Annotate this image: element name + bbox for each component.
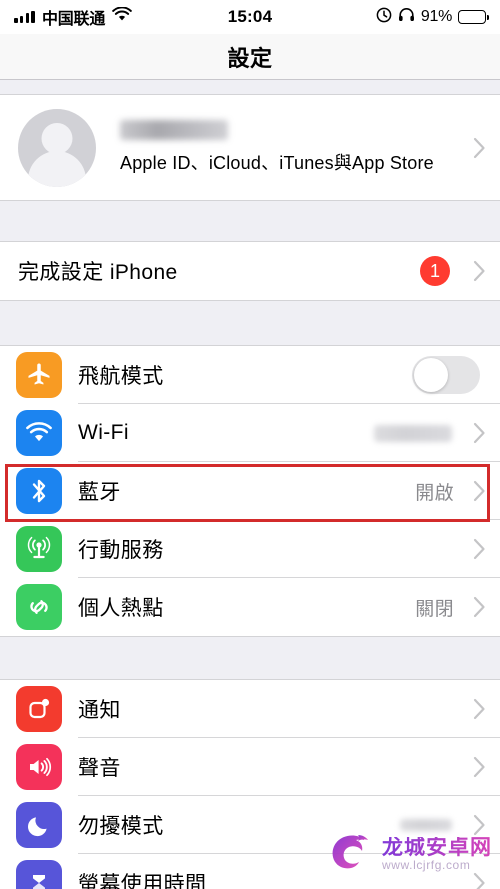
status-badge: 1 (420, 256, 450, 286)
connectivity-group: 飛航模式 Wi-Fi 藍牙 開啟 行動服務 個人熱點 關閉 (0, 345, 500, 637)
chevron-right-icon (464, 596, 486, 618)
do-not-disturb-moon-icon (16, 802, 62, 848)
row-label: 通知 (78, 699, 121, 722)
row-notifications[interactable]: 通知 (0, 680, 500, 738)
row-wifi[interactable]: Wi-Fi (0, 404, 500, 462)
iphone-settings-screen: 中国联通 15:04 91% 設定 Apple ID、iCloud、iTunes… (0, 0, 500, 889)
row-label: Wi-Fi (78, 421, 129, 444)
page-title: 設定 (227, 45, 273, 71)
row-sounds[interactable]: 聲音 (0, 738, 500, 796)
row-airplane-mode[interactable]: 飛航模式 (0, 346, 500, 404)
chevron-right-icon (464, 480, 486, 502)
wifi-icon (16, 410, 62, 456)
row-label: 完成設定 iPhone (18, 261, 178, 284)
section-gap (0, 201, 500, 241)
section-gap (0, 301, 500, 345)
row-cellular[interactable]: 行動服務 (0, 520, 500, 578)
navigation-bar: 設定 (0, 34, 500, 80)
alarm-icon (376, 7, 392, 28)
chevron-right-icon (464, 260, 486, 282)
row-bluetooth[interactable]: 藍牙 開啟 (0, 462, 500, 520)
bluetooth-status-value: 開啟 (415, 482, 454, 504)
bluetooth-icon (16, 468, 62, 514)
airplane-icon (16, 352, 62, 398)
battery-percent-label: 91% (420, 8, 452, 25)
apple-id-name-blurred (120, 120, 228, 140)
status-bar-right: 91% (376, 7, 490, 28)
row-finish-setup[interactable]: 完成設定 iPhone 1 (0, 242, 500, 300)
airplane-mode-toggle[interactable] (412, 356, 480, 394)
apple-id-group: Apple ID、iCloud、iTunes與App Store (0, 94, 500, 201)
screen-time-hourglass-icon (16, 860, 62, 889)
watermark: 龙城安卓网 www.lcjrfg.com (324, 829, 492, 879)
row-label: 聲音 (78, 757, 121, 780)
status-bar: 中国联通 15:04 91% (0, 0, 500, 34)
chevron-right-icon (464, 422, 486, 444)
apple-id-text: Apple ID、iCloud、iTunes與App Store (120, 120, 464, 175)
battery-charging-icon (458, 10, 490, 24)
apple-id-subtitle: Apple ID、iCloud、iTunes與App Store (120, 153, 434, 173)
row-personal-hotspot[interactable]: 個人熱點 關閉 (0, 578, 500, 636)
headphones-icon (398, 7, 415, 27)
row-label: 行動服務 (78, 539, 164, 562)
personal-hotspot-icon (16, 584, 62, 630)
section-gap (0, 80, 500, 94)
chevron-right-icon (464, 538, 486, 560)
wifi-network-value-blurred (374, 424, 452, 442)
watermark-title: 龙城安卓网 (382, 835, 492, 859)
dragon-logo-icon (332, 835, 368, 869)
section-gap (0, 637, 500, 679)
chevron-right-icon (464, 698, 486, 720)
sounds-speaker-icon (16, 744, 62, 790)
row-label: 個人熱點 (78, 597, 164, 620)
chevron-right-icon (464, 756, 486, 778)
avatar (18, 108, 96, 187)
finish-setup-group: 完成設定 iPhone 1 (0, 241, 500, 301)
row-label: 飛航模式 (78, 365, 164, 388)
hotspot-status-value: 關閉 (415, 598, 454, 620)
row-label: 藍牙 (78, 481, 121, 504)
watermark-url: www.lcjrfg.com (382, 857, 471, 872)
notifications-icon (16, 686, 62, 732)
apple-id-row[interactable]: Apple ID、iCloud、iTunes與App Store (0, 95, 500, 200)
chevron-right-icon (464, 137, 486, 159)
cellular-antenna-icon (16, 526, 62, 572)
